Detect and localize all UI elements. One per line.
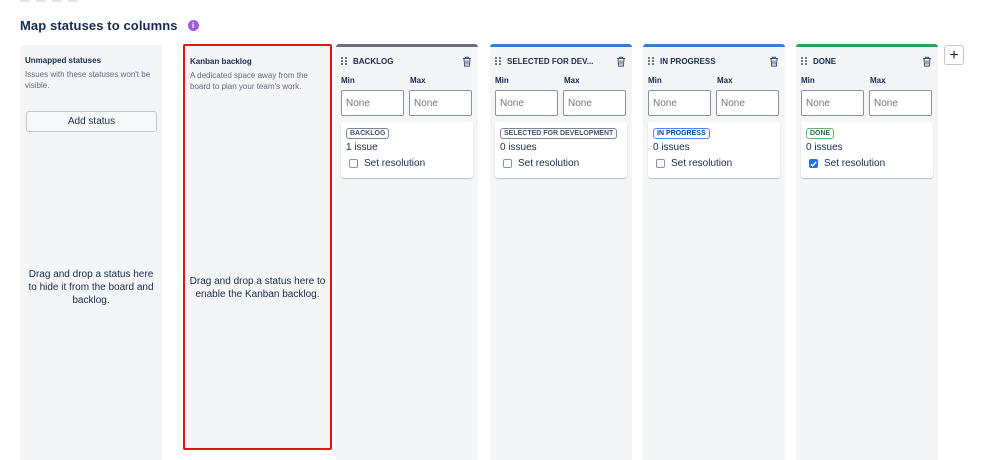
issue-count: 0 issues (653, 142, 690, 153)
kanban-backlog-title: Kanban backlog (190, 57, 252, 66)
unmapped-title: Unmapped statuses (25, 56, 102, 65)
kanban-backlog-dropzone[interactable]: Kanban backlog A dedicated space away fr… (183, 44, 332, 450)
min-label: Min (341, 76, 355, 85)
unmapped-statuses-panel: Unmapped statuses Issues with these stat… (20, 45, 162, 460)
status-card[interactable]: DONE 0 issues Set resolution (801, 122, 933, 178)
column-header[interactable]: SELECTED FOR DEV... (495, 54, 626, 68)
column-name: IN PROGRESS (660, 56, 716, 66)
max-input[interactable] (869, 90, 932, 116)
drag-handle-icon[interactable] (648, 56, 654, 66)
min-label: Min (801, 76, 815, 85)
trash-icon[interactable] (922, 56, 932, 67)
trash-icon[interactable] (769, 56, 779, 67)
status-lozenge: IN PROGRESS (653, 128, 710, 139)
add-column-button[interactable]: + (944, 45, 964, 65)
status-card[interactable]: SELECTED FOR DEVELOPMENT 0 issues Set re… (495, 122, 627, 178)
min-input[interactable] (495, 90, 558, 116)
section-heading: Map statuses to columns i (20, 18, 199, 33)
status-card[interactable]: IN PROGRESS 0 issues Set resolution (648, 122, 780, 178)
max-input[interactable] (409, 90, 472, 116)
column-color-bar (490, 44, 632, 47)
checkbox-unchecked-icon[interactable] (656, 159, 665, 168)
set-resolution-checkbox[interactable]: Set resolution (656, 158, 732, 169)
max-input[interactable] (716, 90, 779, 116)
column-color-bar (643, 44, 785, 47)
issue-count: 1 issue (346, 142, 378, 153)
max-label: Max (410, 76, 426, 85)
column-header[interactable]: DONE (801, 54, 932, 68)
column-backlog: BACKLOG Min Max BACKLOG 1 issue Set resol… (336, 44, 478, 460)
kanban-backlog-description: A dedicated space away from the board to… (190, 71, 308, 91)
unmapped-description: Issues with these statuses won't be visi… (25, 70, 151, 90)
status-lozenge: SELECTED FOR DEVELOPMENT (500, 128, 618, 139)
set-resolution-checkbox[interactable]: Set resolution (349, 158, 425, 169)
column-header[interactable]: BACKLOG (341, 54, 472, 68)
checkbox-checked-icon[interactable] (809, 159, 818, 168)
trash-icon[interactable] (462, 56, 472, 67)
trash-icon[interactable] (616, 56, 626, 67)
drag-handle-icon[interactable] (495, 56, 501, 66)
min-label: Min (495, 76, 509, 85)
min-input[interactable] (341, 90, 404, 116)
checkbox-unchecked-icon[interactable] (349, 159, 358, 168)
status-card[interactable]: BACKLOG 1 issue Set resolution (341, 122, 473, 178)
add-status-button[interactable]: Add status (26, 111, 157, 132)
drag-handle-icon[interactable] (801, 56, 807, 66)
top-cutoff-content (20, 0, 220, 2)
kanban-backlog-drop-hint: Drag and drop a status here to enable th… (189, 276, 326, 300)
set-resolution-label: Set resolution (518, 158, 580, 169)
max-label: Max (564, 76, 580, 85)
column-done: DONE Min Max DONE 0 issues Set resolution (796, 44, 938, 460)
min-input[interactable] (801, 90, 864, 116)
issue-count: 0 issues (500, 142, 537, 153)
status-lozenge: DONE (806, 128, 835, 139)
status-lozenge: BACKLOG (346, 128, 390, 139)
column-in-progress: IN PROGRESS Min Max IN PROGRESS 0 issues … (643, 44, 785, 460)
issue-count: 0 issues (806, 142, 843, 153)
column-color-bar (796, 44, 938, 47)
max-label: Max (870, 76, 886, 85)
column-name: DONE (813, 56, 837, 66)
min-label: Min (648, 76, 662, 85)
checkbox-unchecked-icon[interactable] (503, 159, 512, 168)
unmapped-drop-hint: Drag and drop a status here to hide it f… (28, 269, 154, 306)
set-resolution-label: Set resolution (824, 158, 886, 169)
column-selected-for-development: SELECTED FOR DEV... Min Max SELECTED FOR … (490, 44, 632, 460)
set-resolution-checkbox[interactable]: Set resolution (809, 158, 885, 169)
column-color-bar (336, 44, 478, 47)
column-name: BACKLOG (353, 56, 394, 66)
set-resolution-label: Set resolution (364, 158, 426, 169)
column-header[interactable]: IN PROGRESS (648, 54, 779, 68)
set-resolution-checkbox[interactable]: Set resolution (503, 158, 579, 169)
min-input[interactable] (648, 90, 711, 116)
max-input[interactable] (563, 90, 626, 116)
set-resolution-label: Set resolution (671, 158, 733, 169)
max-label: Max (717, 76, 733, 85)
drag-handle-icon[interactable] (341, 56, 347, 66)
info-icon[interactable]: i (187, 20, 199, 31)
page-title: Map statuses to columns (20, 18, 178, 33)
column-name: SELECTED FOR DEV... (507, 56, 594, 66)
